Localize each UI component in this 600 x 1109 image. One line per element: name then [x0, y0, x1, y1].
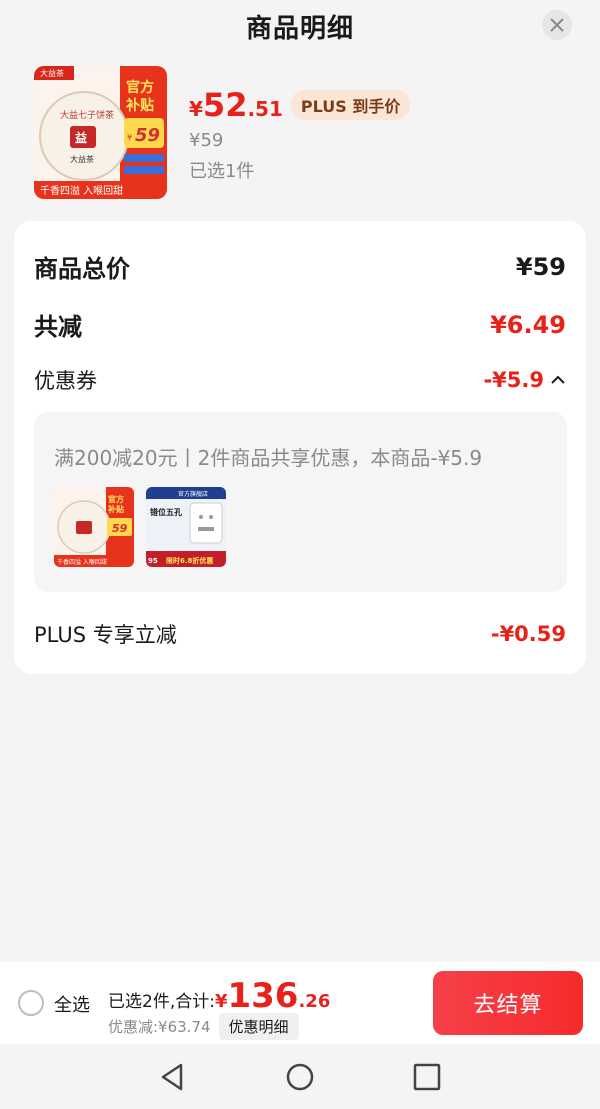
thumb-2-price: 95: [148, 557, 158, 565]
select-all-checkbox[interactable]: [18, 990, 44, 1016]
thumb-1-slogan: 千香四溢 入喉回甜: [57, 558, 107, 566]
thumb-1-price: 59: [112, 522, 128, 535]
system-nav-bar: [0, 1044, 600, 1109]
discount-detail-button[interactable]: 优惠明细: [218, 1013, 299, 1040]
product-slogan: 千香四溢 入喉回甜: [40, 184, 123, 197]
total-reduction-label: 共减: [34, 313, 82, 341]
total-price-label: 商品总价: [34, 255, 130, 283]
thumb-1-subsidy: 补贴: [107, 504, 124, 514]
home-circle-icon[interactable]: [285, 1062, 315, 1092]
back-triangle-icon[interactable]: [157, 1062, 187, 1092]
subsidy-label: 补贴: [125, 97, 154, 114]
thumb-1-official: 官方: [108, 494, 124, 504]
coupon-product-thumb-2[interactable]: 官方旗舰店 错位五孔 95 限时6.8折优惠: [146, 487, 226, 567]
promo-yen: ¥: [127, 133, 132, 142]
chevron-up-icon[interactable]: [550, 374, 566, 386]
close-button[interactable]: [542, 10, 572, 40]
select-all-label[interactable]: 全选: [54, 991, 90, 1017]
coupon-value-group: -¥5.9: [483, 368, 566, 392]
product-info: ¥52.51 PLUS 到手价 ¥59 已选1件: [189, 66, 411, 199]
thumb-2-title: 错位五孔: [150, 507, 182, 517]
official-label: 官方: [126, 79, 154, 96]
coupon-value: -¥5.9: [483, 368, 544, 392]
total-reduction-value: ¥6.49: [490, 310, 566, 339]
recents-square-icon[interactable]: [412, 1062, 442, 1092]
selected-count: 已选1件: [189, 161, 255, 182]
product-brand-tag: 大益茶: [40, 68, 64, 78]
total-price-row: 商品总价 ¥59: [34, 249, 566, 284]
product-image[interactable]: 大益茶 大益七子饼茶 益 大益茶 官方 补贴 ¥ 59 千香四溢 入喉回甜: [34, 66, 167, 199]
close-icon: [550, 18, 564, 32]
seal-logo: 大益茶: [70, 154, 94, 164]
plus-discount-value: -¥0.59: [490, 622, 566, 646]
thumb-2-art: 官方旗舰店 错位五孔 95 限时6.8折优惠: [146, 487, 226, 567]
sum-line: 已选2件,合计: ¥136.26: [108, 976, 330, 1016]
plus-discount-row: PLUS 专享立减 -¥0.59: [34, 619, 566, 649]
coupon-label: 优惠券: [34, 369, 97, 393]
checkout-button[interactable]: 去结算: [433, 971, 583, 1035]
thumb-2-tag: 官方旗舰店: [178, 490, 208, 498]
discount-line: 优惠减:¥63.74 优惠明细: [108, 1013, 299, 1040]
original-price: ¥59: [189, 130, 224, 151]
thumb-1-art: 官方 补贴 59 千香四溢 入喉回甜: [54, 487, 134, 567]
coupon-product-thumb-1[interactable]: 官方 补贴 59 千香四溢 入喉回甜: [54, 487, 134, 567]
plus-discount-label: PLUS 专享立减: [34, 623, 177, 647]
checkout-bar: 全选 已选2件,合计: ¥136.26 优惠减:¥63.74 优惠明细 去结算: [0, 962, 600, 1044]
sheet-title: 商品明细: [245, 13, 354, 44]
sum-price: ¥136.26: [214, 976, 331, 1016]
price-row: ¥52.51 PLUS 到手价: [189, 86, 411, 124]
price-detail-card: 商品总价 ¥59 共减 ¥6.49 优惠券 -¥5.9 满200减20元丨2件商…: [14, 221, 586, 674]
sheet-header: 商品明细: [0, 0, 600, 52]
svg-text:益: 益: [75, 130, 87, 145]
plus-price-badge: PLUS 到手价: [290, 90, 411, 120]
product-summary: 大益茶 大益七子饼茶 益 大益茶 官方 补贴 ¥ 59 千香四溢 入喉回甜 ¥5…: [34, 66, 411, 199]
promo-price: 59: [135, 125, 160, 146]
coupon-description: 满200减20元丨2件商品共享优惠，本商品-¥5.9: [54, 446, 483, 470]
current-price: ¥52.51: [189, 86, 283, 124]
coupon-row[interactable]: 优惠券 -¥5.9: [34, 365, 566, 395]
product-image-art: 大益茶 大益七子饼茶 益 大益茶 官方 补贴 ¥ 59 千香四溢 入喉回甜: [34, 66, 167, 199]
seal-text: 大益七子饼茶: [60, 109, 114, 121]
total-reduction-row: 共减 ¥6.49: [34, 307, 566, 342]
thumb-2-sale: 限时6.8折优惠: [166, 556, 213, 565]
coupon-detail-box: 满200减20元丨2件商品共享优惠，本商品-¥5.9 官方 补贴 59 千香四溢…: [34, 412, 567, 592]
total-price-value: ¥59: [515, 252, 566, 281]
discount-amount: 优惠减:¥63.74: [108, 1018, 211, 1036]
sum-label: 已选2件,合计:: [108, 992, 215, 1012]
